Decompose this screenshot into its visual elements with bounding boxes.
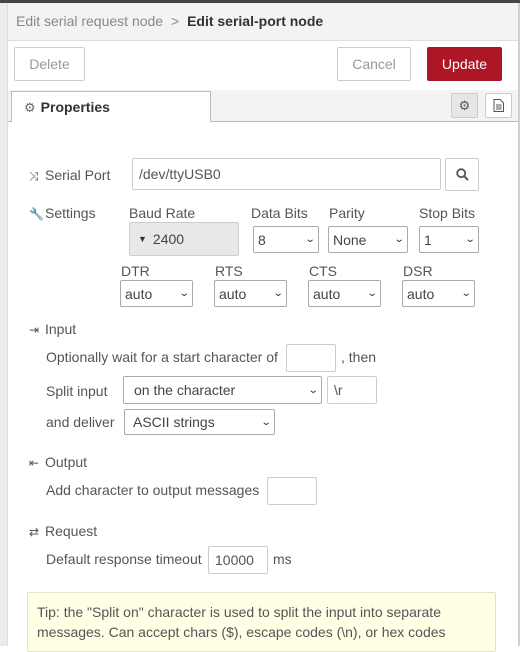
cts-value: auto: [313, 285, 341, 302]
deliver-value: ASCII strings: [133, 414, 215, 430]
parity-value: None: [333, 231, 367, 248]
cts-select[interactable]: auto ⌄: [308, 280, 381, 307]
timeout-label: Default response timeout: [46, 551, 202, 567]
wait-start-label: Optionally wait for a start character of: [46, 349, 278, 365]
search-port-button[interactable]: [445, 158, 479, 191]
split-char-input[interactable]: \r: [327, 376, 377, 404]
chevron-down-icon: ⌄: [178, 288, 190, 299]
exchange-icon: ⇄: [29, 525, 40, 539]
data-bits-label: Data Bits: [251, 205, 308, 221]
settings-label-text: Settings: [45, 205, 96, 221]
dsr-label: DSR: [403, 263, 433, 279]
breadcrumb-parent[interactable]: Edit serial request node: [16, 13, 163, 29]
tab-properties-label: Properties: [40, 99, 110, 115]
chevron-down-icon: ⌄: [464, 234, 476, 245]
output-heading: ⇤ Output: [29, 454, 87, 470]
chevron-down-icon: ⌄: [307, 384, 319, 396]
left-resize-edge[interactable]: [0, 3, 8, 646]
add-char-label: Add character to output messages: [46, 482, 260, 498]
dsr-select[interactable]: auto ⌄: [402, 280, 475, 307]
add-char-input[interactable]: [267, 477, 317, 505]
baud-rate-combo[interactable]: ▼ 2400: [129, 222, 239, 256]
shuffle-icon: ⤨: [29, 169, 39, 183]
data-bits-select[interactable]: 8 ⌄: [253, 226, 319, 253]
tab-properties[interactable]: ⚙ Properties: [11, 91, 211, 123]
timeout-unit: ms: [273, 551, 292, 567]
request-heading: ⇄ Request: [29, 523, 97, 539]
gear-icon: ⚙: [458, 97, 471, 113]
wrench-icon: 🔧: [29, 207, 44, 221]
dsr-value: auto: [407, 285, 435, 302]
dtr-select[interactable]: auto ⌄: [120, 280, 193, 307]
caret-down-icon[interactable]: ▼: [138, 234, 147, 244]
gear-icon: ⚙: [24, 100, 36, 115]
rts-value: auto: [219, 285, 247, 302]
baud-rate-label: Baud Rate: [129, 205, 196, 221]
document-icon: [493, 99, 504, 112]
chevron-down-icon: ⌄: [460, 288, 472, 299]
then-label: , then: [341, 349, 377, 365]
stop-bits-select[interactable]: 1 ⌄: [419, 226, 479, 253]
serial-port-label: ⤨ Serial Port: [29, 167, 110, 184]
tab-bar: ⚙ Properties: [8, 90, 518, 123]
baud-rate-value: 2400: [152, 231, 185, 247]
parity-select[interactable]: None ⌄: [328, 226, 408, 253]
breadcrumb-current: Edit serial-port node: [187, 13, 324, 29]
tip-text-line2: messages. Can accept chars ($), escape c…: [37, 624, 446, 640]
input-heading: ⇥ Input: [29, 321, 76, 337]
stop-bits-label: Stop Bits: [419, 205, 476, 221]
data-bits-value: 8: [258, 231, 266, 248]
chevron-down-icon: ⌄: [272, 288, 284, 299]
start-char-input[interactable]: [286, 344, 336, 372]
parity-label: Parity: [329, 205, 365, 221]
rts-select[interactable]: auto ⌄: [214, 280, 287, 307]
breadcrumb-separator: >: [170, 13, 180, 29]
cts-label: CTS: [309, 263, 337, 279]
cancel-button[interactable]: Cancel: [337, 47, 411, 81]
update-button[interactable]: Update: [427, 47, 502, 81]
search-icon: [455, 168, 469, 181]
dtr-label: DTR: [121, 263, 150, 279]
stop-bits-value: 1: [424, 231, 432, 248]
chevron-down-icon: ⌄: [260, 416, 272, 428]
timeout-input[interactable]: 10000: [208, 546, 268, 574]
sign-out-icon: ⇤: [29, 456, 40, 470]
description-tab-button[interactable]: [485, 93, 512, 118]
split-input-value: on the character: [134, 382, 236, 398]
chevron-down-icon: ⌄: [393, 234, 405, 245]
breadcrumb: Edit serial request node > Edit serial-p…: [8, 3, 518, 41]
chevron-down-icon: ⌄: [366, 288, 378, 299]
chevron-down-icon: ⌄: [304, 234, 316, 245]
tip-text-line1: Tip: the "Split on" character is used to…: [37, 604, 441, 620]
deliver-select[interactable]: ASCII strings ⌄: [124, 409, 275, 435]
tip-box: Tip: the "Split on" character is used to…: [27, 592, 496, 652]
serial-port-input[interactable]: /dev/ttyUSB0: [132, 158, 441, 190]
request-heading-text: Request: [45, 523, 98, 539]
input-heading-text: Input: [45, 321, 77, 337]
settings-tab-button[interactable]: ⚙: [451, 93, 478, 118]
delete-button[interactable]: Delete: [14, 47, 85, 81]
sign-in-icon: ⇥: [29, 323, 40, 337]
deliver-label: and deliver: [46, 414, 115, 430]
split-input-select[interactable]: on the character ⌄: [123, 376, 322, 404]
split-input-label: Split input: [46, 383, 108, 399]
settings-label: 🔧Settings: [29, 205, 96, 221]
rts-label: RTS: [215, 263, 243, 279]
serial-port-label-text: Serial Port: [45, 167, 111, 183]
dtr-value: auto: [125, 285, 153, 302]
output-heading-text: Output: [45, 454, 88, 470]
